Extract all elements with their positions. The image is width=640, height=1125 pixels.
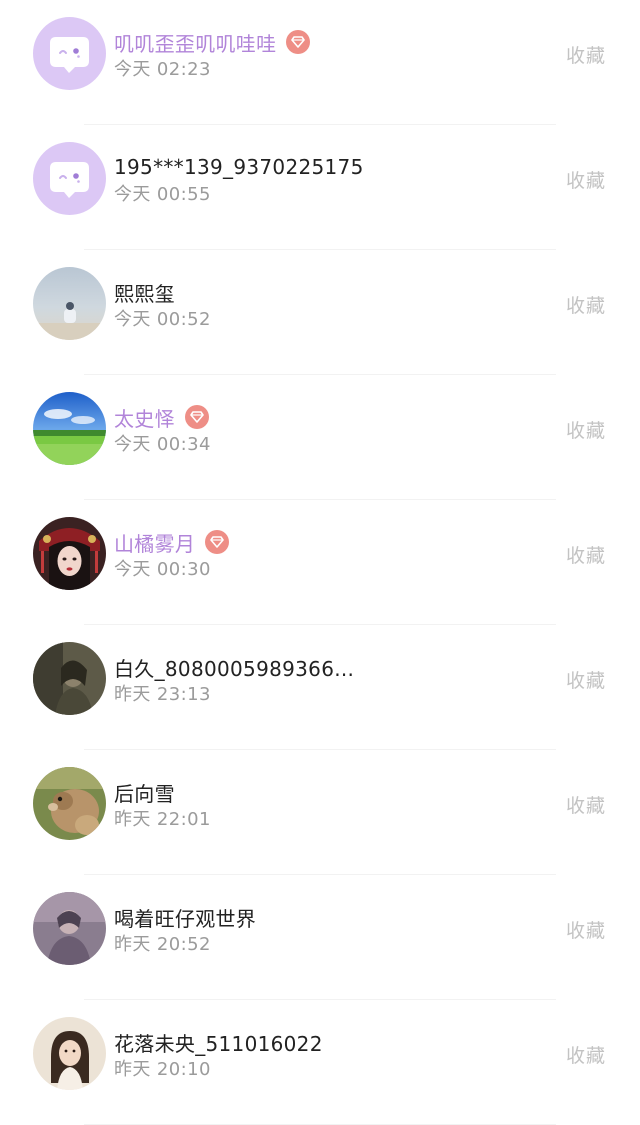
beach-photo-avatar[interactable] [33,267,106,340]
favorite-button[interactable]: 收藏 [566,416,606,443]
default-chat-avatar[interactable] [33,17,106,90]
user-name: 叽叽歪歪叽叽哇哇 [114,31,277,56]
item-info: 后向雪 昨天 22:01 [114,777,520,833]
item-info: 熙熙玺 今天 00:52 [114,277,520,333]
item-info: 白久_8080005989366... 昨天 23:13 [114,652,520,708]
item-info: 喝着旺仔观世界 昨天 20:52 [114,902,520,958]
animal-photo-avatar[interactable] [33,767,106,840]
user-name: 后向雪 [114,781,175,806]
item-info: 太史怿 今天 00:34 [114,402,520,458]
user-name: 花落未央_511016022 [114,1031,323,1056]
favorite-button[interactable]: 收藏 [566,791,606,818]
user-name: 太史怿 [114,406,175,431]
visit-time: 昨天 22:01 [114,809,211,830]
user-name: 白久_8080005989366... [114,656,355,681]
dim-portrait-avatar[interactable] [33,642,106,715]
user-name: 195***139_9370225175 [114,155,364,179]
visit-time: 昨天 20:10 [114,1059,211,1080]
favorite-button[interactable]: 收藏 [566,541,606,568]
item-info: 195***139_9370225175 今天 00:55 [114,152,520,208]
visit-time: 昨天 23:13 [114,684,211,705]
user-name: 熙熙玺 [114,281,175,306]
list-item[interactable]: 叽叽歪歪叽叽哇哇 今天 02:23 收藏 [0,0,640,125]
list-item[interactable]: 熙熙玺 今天 00:52 收藏 [0,250,640,375]
favorite-button[interactable]: 收藏 [566,41,606,68]
grassland-sky-avatar[interactable] [33,392,106,465]
purple-portrait-avatar[interactable] [33,892,106,965]
list-item[interactable]: 后向雪 昨天 22:01 收藏 [0,750,640,875]
diamond-icon [286,30,311,54]
visit-time: 今天 00:55 [114,184,211,205]
list-item[interactable]: 白久_8080005989366... 昨天 23:13 收藏 [0,625,640,750]
item-info: 山橘雾月 今天 00:30 [114,527,520,583]
favorite-button[interactable]: 收藏 [566,291,606,318]
user-name: 山橘雾月 [114,531,196,556]
list-item[interactable]: 山橘雾月 今天 00:30 收藏 [0,500,640,625]
user-name: 喝着旺仔观世界 [114,906,257,931]
default-chat-avatar[interactable] [33,142,106,215]
visit-time: 今天 02:23 [114,59,211,80]
list-item[interactable]: 太史怿 今天 00:34 收藏 [0,375,640,500]
favorite-button[interactable]: 收藏 [566,1041,606,1068]
girl-portrait-avatar[interactable] [33,1017,106,1090]
visit-time: 今天 00:34 [114,434,211,455]
item-info: 花落未央_511016022 昨天 20:10 [114,1027,520,1083]
diamond-icon [205,530,230,554]
list-item[interactable]: 195***139_9370225175 今天 00:55 收藏 [0,125,640,250]
favorite-button[interactable]: 收藏 [566,916,606,943]
diamond-icon [184,405,209,429]
visit-time: 今天 00:52 [114,309,211,330]
item-info: 叽叽歪歪叽叽哇哇 今天 02:23 [114,27,520,83]
favorite-button[interactable]: 收藏 [566,666,606,693]
list-item[interactable]: 喝着旺仔观世界 昨天 20:52 收藏 [0,875,640,1000]
list-item[interactable]: 花落未央_511016022 昨天 20:10 收藏 [0,1000,640,1125]
costume-girl-avatar[interactable] [33,517,106,590]
favorite-button[interactable]: 收藏 [566,166,606,193]
visit-time: 昨天 20:52 [114,934,211,955]
visit-time: 今天 00:30 [114,559,211,580]
